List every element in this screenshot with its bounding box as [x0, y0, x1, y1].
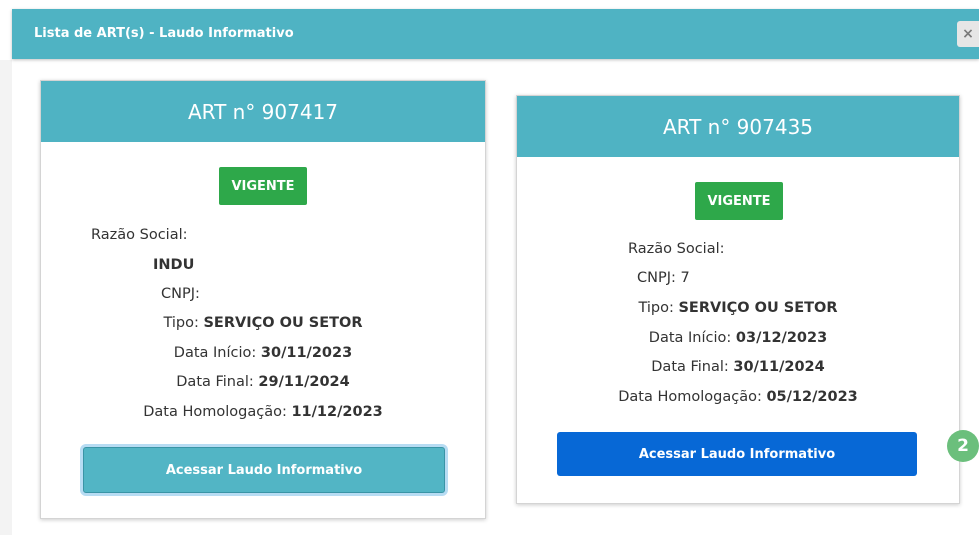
data-homologacao-value: 11/12/2023: [291, 404, 383, 420]
data-inicio-label: Data Início:: [648, 330, 732, 346]
status-badge: VIGENTE: [695, 182, 783, 220]
data-final-line: Data Final: 30/11/2024: [517, 359, 959, 375]
modal-header: Lista de ART(s) - Laudo Informativo: [12, 9, 979, 59]
data-final-value: 30/11/2024: [733, 359, 825, 375]
data-homologacao-line: Data Homologação: 11/12/2023: [41, 404, 485, 420]
close-button[interactable]: ×: [957, 21, 979, 47]
art-card-907417: ART n° 907417 VIGENTE Razão Social: INDU…: [40, 80, 486, 519]
access-laudo-button[interactable]: Acessar Laudo Informativo: [557, 432, 917, 476]
data-final-label: Data Final:: [651, 359, 729, 375]
data-homologacao-label: Data Homologação:: [143, 404, 287, 420]
razao-social-label: Razão Social:: [91, 227, 188, 243]
tipo-value: SERVIÇO OU SETOR: [678, 300, 838, 316]
tipo-line: Tipo: SERVIÇO OU SETOR: [517, 300, 959, 316]
card-header: ART n° 907435: [517, 96, 959, 157]
data-homologacao-label: Data Homologação:: [618, 389, 762, 405]
tipo-line: Tipo: SERVIÇO OU SETOR: [41, 315, 485, 331]
cnpj-line: CNPJ: 7: [637, 270, 690, 286]
cnpj-label: CNPJ:: [637, 270, 676, 286]
tipo-value: SERVIÇO OU SETOR: [203, 315, 363, 331]
razao-social-label: Razão Social:: [628, 241, 725, 257]
razao-social-value: INDU: [153, 257, 195, 273]
cnpj-value: 7: [680, 270, 690, 286]
data-final-label: Data Final:: [176, 374, 254, 390]
status-badge: VIGENTE: [219, 167, 307, 205]
data-final-line: Data Final: 29/11/2024: [41, 374, 485, 390]
data-inicio-line: Data Início: 03/12/2023: [517, 330, 959, 346]
data-inicio-label: Data Início:: [173, 345, 257, 361]
modal-title: Lista de ART(s) - Laudo Informativo: [34, 26, 294, 41]
data-inicio-line: Data Início: 30/11/2023: [41, 345, 485, 361]
access-laudo-button[interactable]: Acessar Laudo Informativo: [83, 447, 445, 493]
tipo-label: Tipo:: [163, 315, 199, 331]
cnpj-label: CNPJ:: [161, 286, 200, 302]
data-inicio-value: 03/12/2023: [735, 330, 828, 346]
data-homologacao-value: 05/12/2023: [766, 389, 858, 405]
data-inicio-value: 30/11/2023: [260, 345, 353, 361]
data-homologacao-line: Data Homologação: 05/12/2023: [517, 389, 959, 405]
close-icon: ×: [962, 26, 974, 42]
step-number-badge: 2: [947, 430, 979, 462]
tipo-label: Tipo:: [638, 300, 674, 316]
background-stripe: [0, 60, 12, 535]
art-card-907435: ART n° 907435 VIGENTE Razão Social: CNPJ…: [516, 95, 960, 504]
card-header: ART n° 907417: [41, 81, 485, 142]
data-final-value: 29/11/2024: [258, 374, 350, 390]
